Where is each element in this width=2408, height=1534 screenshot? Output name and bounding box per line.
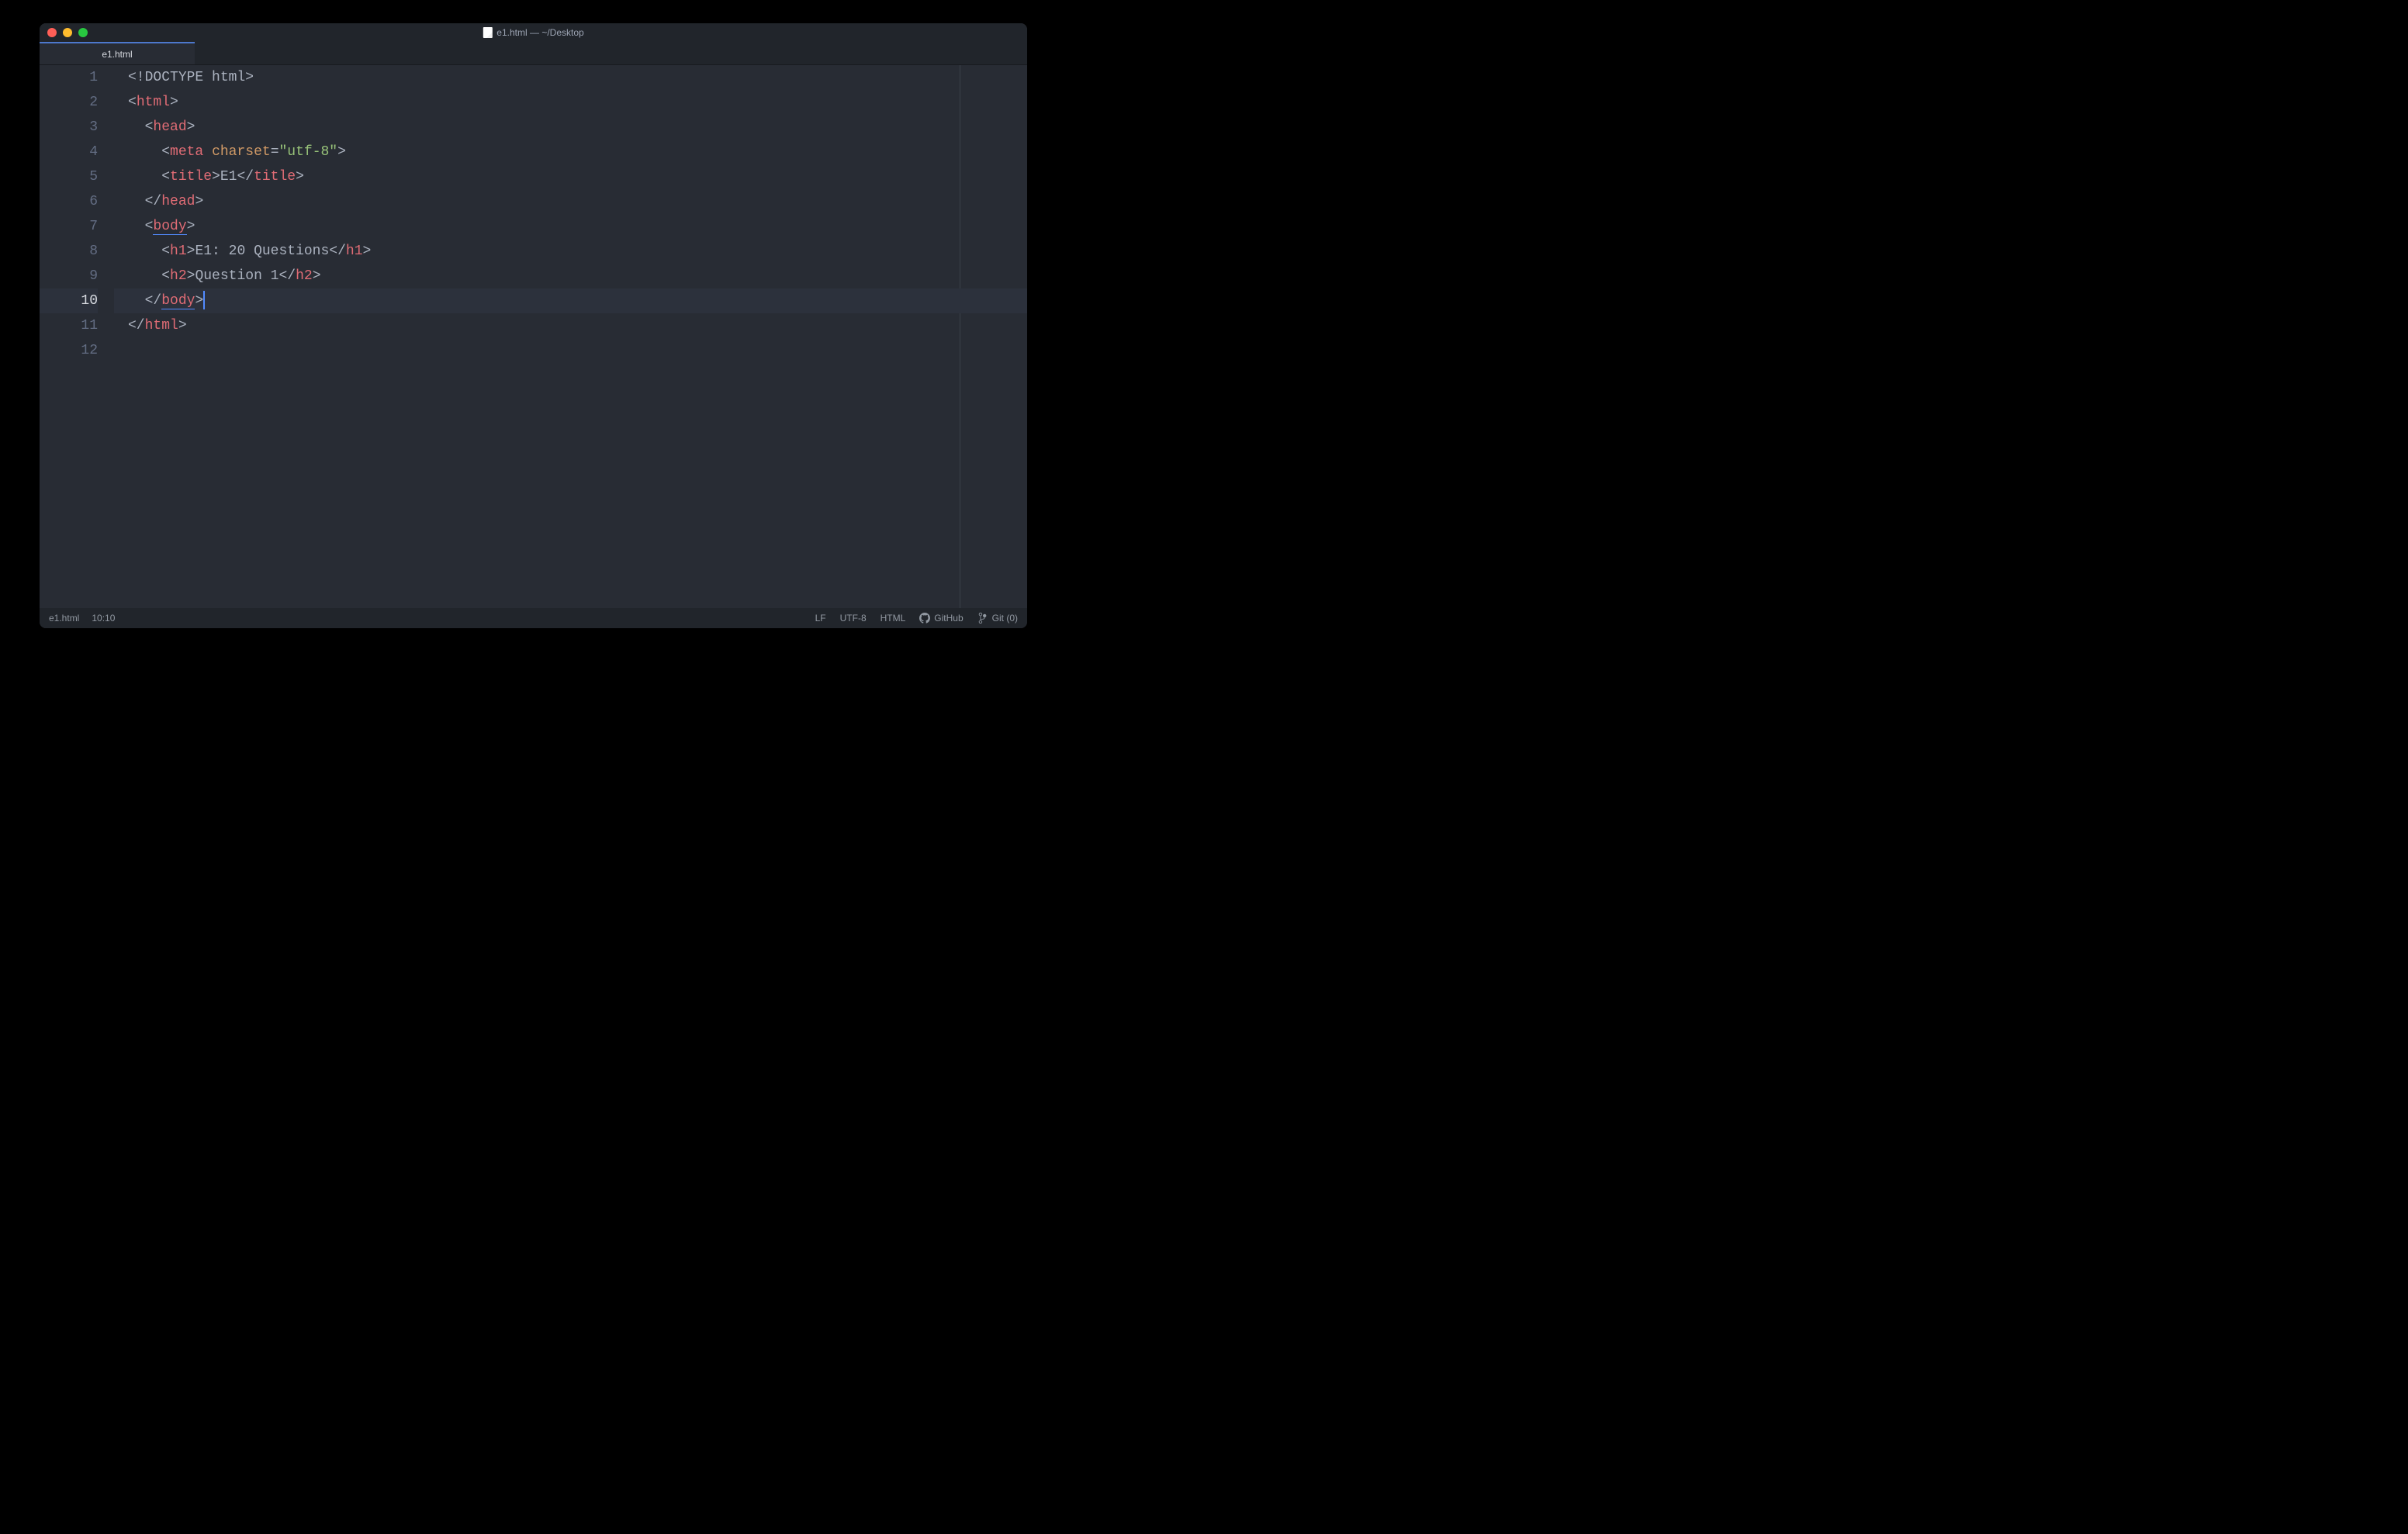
status-position[interactable]: 10:10 (92, 613, 115, 624)
line-number[interactable]: 5 (40, 164, 98, 189)
code-editor[interactable]: 123456789101112 <!DOCTYPE html><html> <h… (40, 65, 1027, 608)
tab-bar[interactable]: e1.html (40, 42, 1027, 65)
line-number[interactable]: 9 (40, 264, 98, 288)
code-line[interactable]: <h1>E1: 20 Questions</h1> (128, 239, 1027, 264)
status-git-label: Git (0) (992, 613, 1018, 624)
status-github-label: GitHub (934, 613, 963, 624)
code-line[interactable]: <title>E1</title> (128, 164, 1027, 189)
line-number[interactable]: 12 (40, 338, 98, 363)
tab-e1-html[interactable]: e1.html (40, 42, 195, 64)
code-line[interactable]: </head> (128, 189, 1027, 214)
window-title-text: e1.html — ~/Desktop (496, 27, 583, 38)
line-number[interactable]: 2 (40, 90, 98, 115)
code-line[interactable]: </body> (114, 288, 1027, 313)
traffic-lights (40, 28, 88, 37)
line-number[interactable]: 10 (40, 288, 98, 313)
status-language[interactable]: HTML (881, 613, 906, 624)
tab-label: e1.html (102, 49, 132, 60)
file-icon (483, 27, 492, 38)
status-file[interactable]: e1.html (49, 613, 79, 624)
code-line[interactable]: </html> (128, 313, 1027, 338)
code-line[interactable]: <html> (128, 90, 1027, 115)
status-encoding[interactable]: UTF-8 (840, 613, 867, 624)
code-line[interactable]: <body> (128, 214, 1027, 239)
line-number[interactable]: 6 (40, 189, 98, 214)
line-number[interactable]: 4 (40, 140, 98, 164)
github-icon (919, 613, 930, 624)
status-eol[interactable]: LF (815, 613, 826, 624)
status-github[interactable]: GitHub (919, 613, 963, 624)
status-git[interactable]: Git (0) (977, 613, 1018, 624)
code-line[interactable]: <head> (128, 115, 1027, 140)
git-branch-icon (977, 613, 988, 624)
window-title: e1.html — ~/Desktop (483, 27, 583, 38)
line-number[interactable]: 1 (40, 65, 98, 90)
code-line[interactable]: <meta charset="utf-8"> (128, 140, 1027, 164)
code-line[interactable]: <h2>Question 1</h2> (128, 264, 1027, 288)
status-bar: e1.html 10:10 LF UTF-8 HTML GitHub Gi (40, 608, 1027, 628)
code-line[interactable] (128, 338, 1027, 363)
line-number-gutter[interactable]: 123456789101112 (40, 65, 114, 608)
text-cursor (203, 291, 205, 309)
editor-window: e1.html — ~/Desktop e1.html 123456789101… (40, 23, 1027, 628)
line-number[interactable]: 11 (40, 313, 98, 338)
line-number[interactable]: 3 (40, 115, 98, 140)
line-number[interactable]: 7 (40, 214, 98, 239)
code-line[interactable]: <!DOCTYPE html> (128, 65, 1027, 90)
zoom-window-button[interactable] (78, 28, 88, 37)
minimize-window-button[interactable] (63, 28, 72, 37)
line-number[interactable]: 8 (40, 239, 98, 264)
titlebar[interactable]: e1.html — ~/Desktop (40, 23, 1027, 42)
close-window-button[interactable] (47, 28, 57, 37)
code-area[interactable]: <!DOCTYPE html><html> <head> <meta chars… (114, 65, 1027, 608)
